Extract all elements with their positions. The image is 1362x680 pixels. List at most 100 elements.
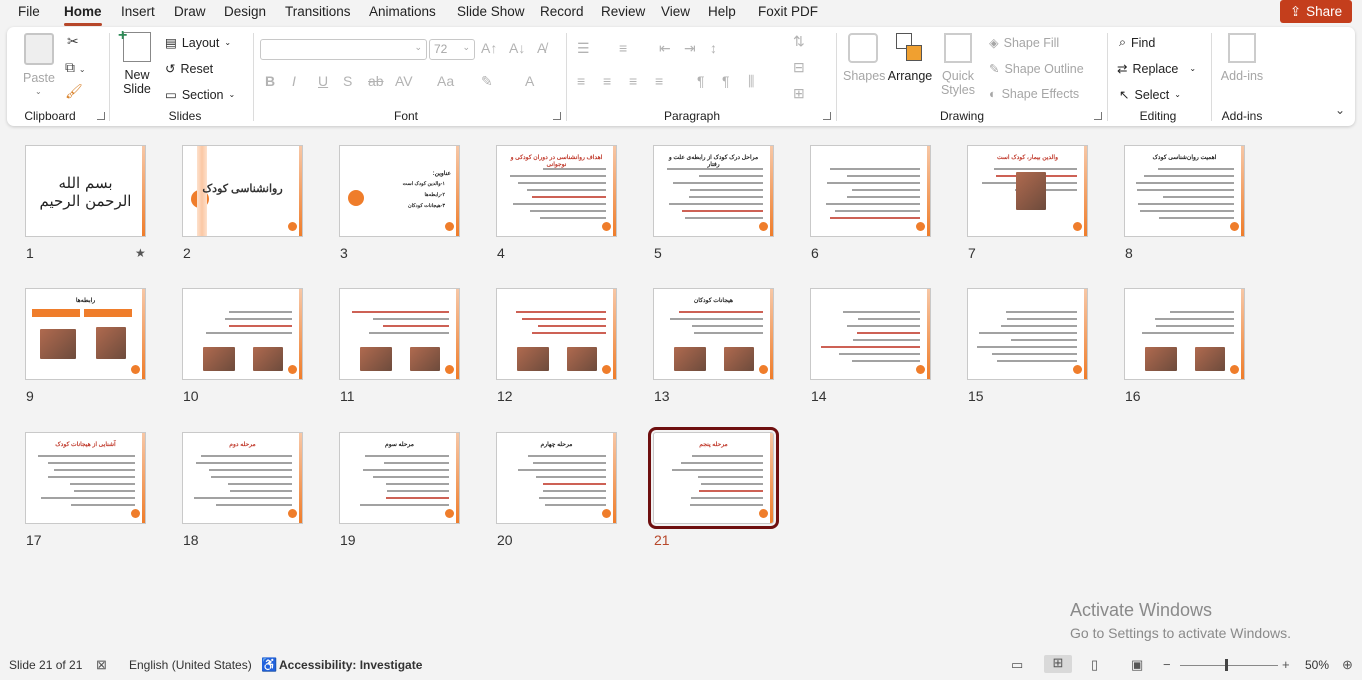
slide-thumbnail[interactable]: رابطه‌ها	[25, 288, 146, 380]
strikethrough-icon[interactable]: ab	[368, 73, 384, 89]
text-direction-icon[interactable]: ⇅	[793, 33, 805, 50]
bullets-icon[interactable]: ☰	[577, 40, 590, 57]
tab-home[interactable]: Home	[64, 4, 102, 26]
paste-button[interactable]: Paste ⌄	[21, 33, 57, 96]
add-ins-button[interactable]: Add-ins	[1219, 33, 1265, 83]
slide-count[interactable]: Slide 21 of 21	[9, 658, 82, 672]
zoom-level[interactable]: 50%	[1305, 658, 1329, 672]
tab-foxit-pdf[interactable]: Foxit PDF	[758, 4, 818, 22]
reading-view-icon[interactable]: ▯	[1091, 657, 1098, 673]
slide-thumbnail[interactable]	[810, 288, 931, 380]
shape-fill-button[interactable]: ◈ Shape Fill	[989, 35, 1059, 51]
justify-icon[interactable]: ≡	[655, 73, 663, 89]
clear-formatting-icon[interactable]: A̸	[537, 40, 546, 56]
find-button[interactable]: ⌕ Find	[1119, 35, 1155, 50]
drawing-launcher-icon[interactable]	[1094, 112, 1102, 120]
align-right-icon[interactable]: ≡	[629, 73, 637, 89]
slide-thumbnail[interactable]: مراحل درک کودک از رابطه‌ی علت و رفتار	[653, 145, 774, 237]
slide-thumbnail[interactable]: روانشناسی کودک	[182, 145, 303, 237]
columns-icon[interactable]: ⫼	[748, 73, 754, 90]
slide-thumbnail[interactable]: والدین بیمار، کودک است	[967, 145, 1088, 237]
slide-thumbnail[interactable]	[1124, 288, 1245, 380]
tab-design[interactable]: Design	[224, 4, 266, 22]
tab-slide-show[interactable]: Slide Show	[457, 4, 525, 22]
ltr-icon[interactable]: ¶	[722, 73, 730, 89]
highlight-icon[interactable]: ✎	[481, 73, 493, 90]
align-center-icon[interactable]: ≡	[603, 73, 611, 89]
notes-check-icon[interactable]: ⊠	[96, 657, 107, 673]
arrange-button[interactable]: Arrange	[885, 33, 935, 83]
font-name-combo[interactable]: ⌄	[260, 39, 427, 60]
font-launcher-icon[interactable]	[553, 112, 561, 120]
section-button[interactable]: ▭ Section ⌄	[165, 87, 235, 103]
change-case-icon[interactable]: Aa	[437, 73, 454, 89]
tab-insert[interactable]: Insert	[121, 4, 155, 22]
shape-outline-button[interactable]: ✎ Shape Outline	[989, 61, 1084, 77]
slide-sorter-view-icon[interactable]: ⊞	[1044, 655, 1072, 673]
copy-icon[interactable]: ⧉ ⌄	[65, 59, 86, 76]
tab-view[interactable]: View	[661, 4, 690, 22]
normal-view-icon[interactable]: ▭	[1011, 657, 1023, 673]
underline-icon[interactable]: U	[318, 73, 328, 89]
new-slide-button[interactable]: + New Slide	[117, 27, 157, 96]
bold-icon[interactable]: B	[265, 73, 275, 89]
zoom-slider[interactable]	[1180, 665, 1278, 666]
tab-draw[interactable]: Draw	[174, 4, 206, 22]
paragraph-launcher-icon[interactable]	[823, 112, 831, 120]
language-status[interactable]: English (United States)	[129, 658, 252, 672]
quick-styles-button[interactable]: Quick Styles	[937, 33, 979, 97]
shrink-font-icon[interactable]: A↓	[509, 40, 525, 56]
numbering-icon[interactable]: ≡	[619, 40, 627, 56]
slide-thumbnail[interactable]	[182, 288, 303, 380]
slide-show-icon[interactable]: ▣	[1131, 657, 1143, 673]
reset-button[interactable]: ↺ Reset	[165, 61, 213, 77]
layout-button[interactable]: ▤ Layout ⌄	[165, 35, 231, 51]
tab-animations[interactable]: Animations	[369, 4, 436, 22]
rtl-icon[interactable]: ¶	[697, 73, 705, 89]
character-spacing-icon[interactable]: AV	[395, 73, 413, 89]
slide-thumbnail[interactable]	[810, 145, 931, 237]
slide-thumbnail[interactable]: بسم الله الرحمن الرحیم	[25, 145, 146, 237]
align-text-icon[interactable]: ⊟	[793, 59, 805, 76]
italic-icon[interactable]: I	[292, 73, 296, 89]
slide-thumbnail[interactable]: اهمیت روان‌شناسی کودک	[1124, 145, 1245, 237]
align-left-icon[interactable]: ≡	[577, 73, 585, 89]
fit-to-window-icon[interactable]: ⊕	[1342, 657, 1353, 673]
slide-thumbnail[interactable]: مرحله دوم	[182, 432, 303, 524]
slide-thumbnail[interactable]: اهداف روانشناسی در دوران کودکی و نوجوانی	[496, 145, 617, 237]
slide-thumbnail[interactable]: ۱-والدین کودک است ۲-رابطه‌ها ۳-هیجانات کود…	[339, 145, 460, 237]
decrease-indent-icon[interactable]: ⇤	[659, 40, 671, 57]
tab-record[interactable]: Record	[540, 4, 584, 22]
shapes-button[interactable]: Shapes	[843, 33, 885, 83]
font-color-icon[interactable]: A	[525, 73, 534, 89]
tab-review[interactable]: Review	[601, 4, 645, 22]
slide-thumbnail[interactable]	[496, 288, 617, 380]
line-spacing-icon[interactable]: ↕	[710, 40, 717, 56]
tab-transitions[interactable]: Transitions	[285, 4, 351, 22]
shape-effects-button[interactable]: ◐ Shape Effects	[989, 87, 1079, 101]
clipboard-launcher-icon[interactable]	[97, 112, 105, 120]
increase-indent-icon[interactable]: ⇥	[684, 40, 696, 57]
grow-font-icon[interactable]: A↑	[481, 40, 497, 56]
accessibility-icon[interactable]: ♿	[261, 657, 277, 673]
cut-icon[interactable]: ✂	[67, 33, 79, 50]
tab-help[interactable]: Help	[708, 4, 736, 22]
replace-button[interactable]: ⇄ Replace ⌄	[1117, 61, 1196, 77]
collapse-ribbon-icon[interactable]: ⌄	[1335, 103, 1345, 117]
shadow-icon[interactable]: S	[343, 73, 352, 89]
slide-thumbnail[interactable]: مرحله پنجم	[648, 427, 779, 529]
tab-file[interactable]: File	[18, 4, 40, 22]
share-button[interactable]: ⇪ Share	[1280, 0, 1352, 23]
slide-thumbnail[interactable]: مرحله چهارم	[496, 432, 617, 524]
slide-thumbnail[interactable]: مرحله سوم	[339, 432, 460, 524]
accessibility-status[interactable]: Accessibility: Investigate	[279, 658, 422, 672]
slide-thumbnail[interactable]: هیجانات کودکان	[653, 288, 774, 380]
font-size-combo[interactable]: 72 ⌄	[429, 39, 475, 60]
zoom-in-icon[interactable]: +	[1282, 657, 1290, 672]
select-button[interactable]: ↖ Select ⌄	[1119, 87, 1181, 103]
smartart-icon[interactable]: ⊞	[793, 85, 805, 102]
slide-thumbnail[interactable]: آشنایی از هیجانات کودک	[25, 432, 146, 524]
slide-thumbnail[interactable]	[339, 288, 460, 380]
zoom-out-icon[interactable]: −	[1163, 657, 1171, 672]
transition-star-icon[interactable]: ★	[135, 246, 146, 260]
